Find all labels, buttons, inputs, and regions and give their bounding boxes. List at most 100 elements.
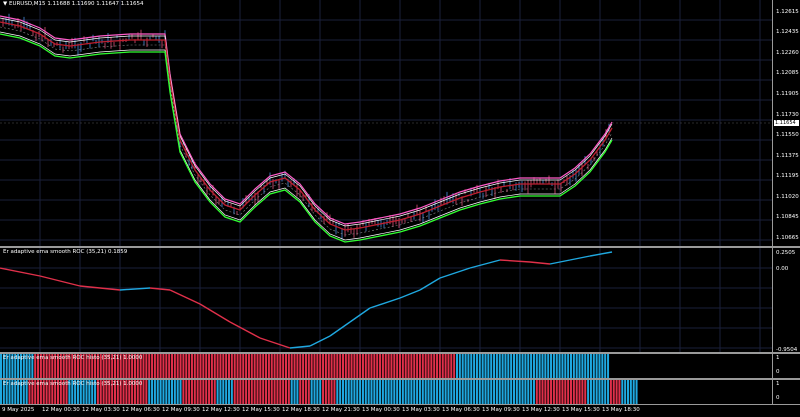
histo-bar [438,380,441,404]
current-price-box: 1.11654 [774,120,799,126]
roc-indicator-pane[interactable]: Er adaptive ema smooth ROC (35,21) 0.185… [0,248,772,352]
histo-bar [464,380,467,404]
histo-bar [370,380,373,404]
histo-bar [407,380,410,404]
histo-tick: 1 [776,355,780,361]
histo-bar [632,380,635,404]
histo-bar [381,354,384,378]
histo-bar [564,380,567,404]
histo-bar [173,354,176,378]
histo-bar [379,354,382,378]
histo-bar [595,354,598,378]
histo-bar [524,380,527,404]
histo-bar [273,380,276,404]
time-label: 13 May 06:30 [442,407,480,413]
histo-bar [202,354,205,378]
roc-histo-pane-2[interactable]: Er adaptive ema smooth ROC histo (35,21)… [0,380,772,404]
histo-bar [336,380,339,404]
histo-bar [453,354,456,378]
histo-bar [247,380,250,404]
histo-axis-2[interactable]: 1 0 [772,380,800,404]
histo-bar [265,354,268,378]
histo-bar [515,380,518,404]
roc-line-segment [369,297,401,309]
time-label: 12 May 21:30 [322,407,360,413]
time-axis[interactable]: 9 May 2025 12 May 00:30 12 May 03:30 12 … [0,404,800,417]
histo-bar [330,354,333,378]
histo-bar [256,354,259,378]
histo-bar [293,380,296,404]
roc-axis[interactable]: 0.2505 0.00 -0.9504 [772,248,800,353]
histo-bar [609,380,612,404]
histo-bar [361,354,364,378]
histo-bar [296,354,299,378]
histo-bar [550,380,553,404]
histo-bar [236,380,239,404]
chart-title: ▼ EURUSD,M15 1.11688 1.11690 1.11647 1.1… [3,1,144,7]
histo-bar [270,380,273,404]
time-label: 13 May 12:30 [522,407,560,413]
histo-bar [324,380,327,404]
histo-bar [273,354,276,378]
roc-histo-pane-1[interactable]: Er adaptive ema smooth ROC histo (35,21)… [0,354,772,378]
time-label: 12 May 06:30 [122,407,160,413]
histo-bar [324,354,327,378]
histo-bar [530,380,533,404]
histo-bar [165,354,168,378]
histo-bar [151,380,154,404]
histo-bar [627,380,629,404]
histo-bar [555,380,558,404]
histo-bar [558,354,561,378]
histo-bar [0,380,2,404]
histo-bar [416,380,419,404]
histo-bar [185,354,188,378]
histo-bar [276,380,279,404]
histo-bar [387,354,390,378]
histo-bar [621,380,624,404]
price-tick: 1.12435 [776,29,799,35]
histo-bar [356,354,359,378]
histo-bar [544,354,547,378]
histo-bar [322,380,325,404]
ohlc-label: 1.11688 1.11690 1.11647 1.11654 [47,1,144,7]
histo-bar [510,354,513,378]
dropdown-triangle-icon[interactable]: ▼ [3,1,7,7]
histo-bar [233,354,236,378]
histo-bar [210,354,213,378]
histo-bar [587,380,590,404]
histo-bar [0,354,2,378]
roc-line-segment [329,321,351,337]
price-chart-pane[interactable]: ▼ EURUSD,M15 1.11688 1.11690 1.11647 1.1… [0,0,772,246]
histo-bar [547,380,550,404]
histo-bar [493,354,496,378]
histo-bar [319,354,322,378]
time-label: 12 May 12:30 [202,407,240,413]
histo-bar [635,380,638,404]
time-label: 9 May 2025 [2,407,35,413]
histo-bar [219,354,222,378]
histo-bar [182,380,185,404]
histo-bar [225,380,228,404]
histo-bar [498,380,501,404]
histo-bar [538,380,541,404]
histo-bar [142,380,145,404]
histo-bar [444,380,447,404]
histo-bar [570,380,572,404]
histo-bar [495,380,498,404]
roc-line-canvas[interactable] [0,248,772,352]
histo-bar [142,354,145,378]
histo-bar [322,354,325,378]
histo-bar [267,354,270,378]
histo-bar [467,380,470,404]
histo-bar [507,380,510,404]
histo-bar [541,380,544,404]
histo-bar [430,380,433,404]
price-chart-canvas[interactable] [0,0,772,246]
histo-bar [430,354,433,378]
histo-bar [225,354,228,378]
price-tick: 1.11905 [776,91,799,97]
price-tick: 1.11195 [776,173,799,179]
histo-bar [478,354,481,378]
histo-bar [290,380,293,404]
histo-axis-1[interactable]: 1 0 [772,354,800,378]
